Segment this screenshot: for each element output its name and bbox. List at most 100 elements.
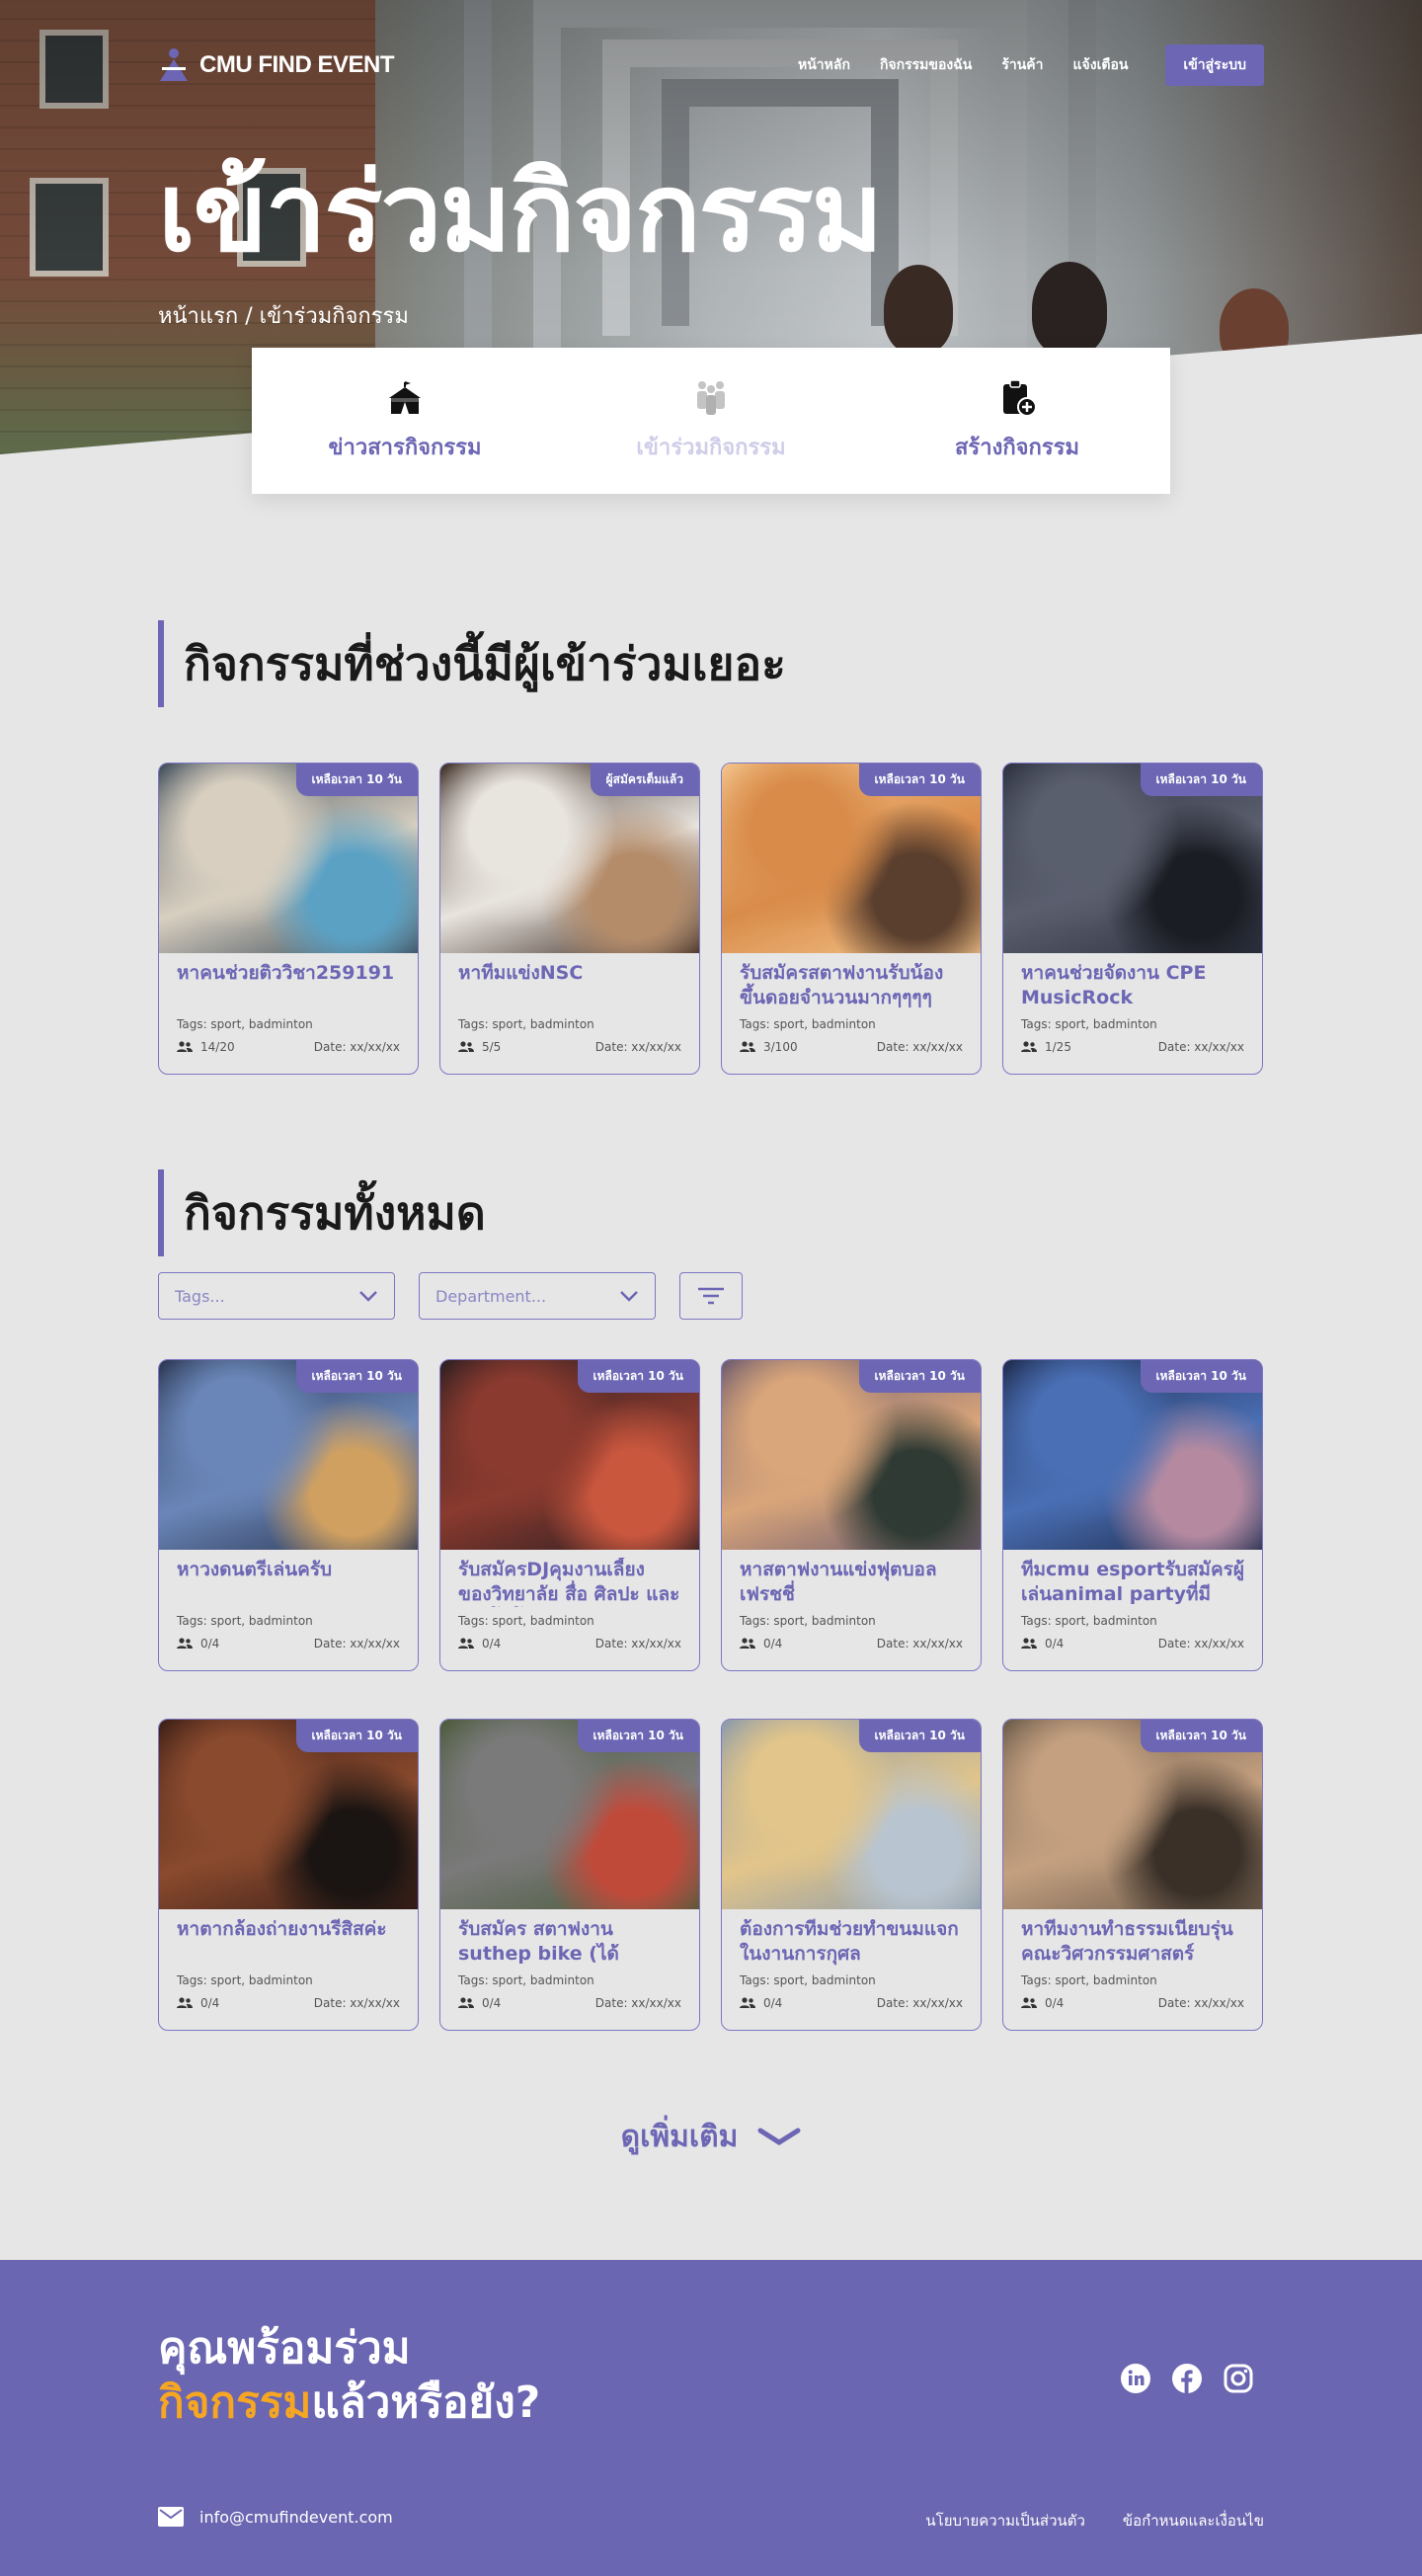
tab-label: ข่าวสารกิจกรรม bbox=[328, 435, 482, 460]
people-icon bbox=[458, 1997, 474, 2008]
event-card[interactable]: เหลือเวลา 10 วัน รับสมัคร สตาฟงาน suthep… bbox=[439, 1719, 700, 2031]
time-left-badge: เหลือเวลา 10 วัน bbox=[295, 764, 418, 796]
person bbox=[1032, 262, 1107, 356]
footer-headline-line2: กิจกรรมแล้วหรือยัง? bbox=[158, 2375, 540, 2430]
event-card-footer: 0/4 Date: xx/xx/xx bbox=[458, 1996, 681, 2010]
event-card-tags: Tags: sport, badminton bbox=[177, 1614, 313, 1628]
event-card-image: เหลือเวลา 10 วัน bbox=[722, 1360, 981, 1550]
time-left-badge: เหลือเวลา 10 วัน bbox=[858, 1720, 981, 1752]
login-button[interactable]: เข้าสู่ระบบ bbox=[1165, 44, 1264, 86]
participant-count-text: 0/4 bbox=[763, 1996, 783, 2010]
linkedin-icon[interactable] bbox=[1120, 2363, 1151, 2394]
logo-text: CMU FIND EVENT bbox=[199, 51, 395, 78]
event-card[interactable]: เหลือเวลา 10 วัน หาวงดนตรีเล่นครับ Tags:… bbox=[158, 1359, 419, 1671]
time-left-badge: เหลือเวลา 10 วัน bbox=[577, 1360, 699, 1393]
event-card-tags: Tags: sport, badminton bbox=[458, 1017, 594, 1031]
event-card-date: Date: xx/xx/xx bbox=[876, 1040, 963, 1054]
event-card[interactable]: เหลือเวลา 10 วัน หาตากล้องถ่ายงานรีสิสค่… bbox=[158, 1719, 419, 2031]
event-card-footer: 0/4 Date: xx/xx/xx bbox=[740, 1996, 963, 2010]
tab-create-event[interactable]: สร้างกิจกรรม bbox=[899, 378, 1136, 464]
event-card-tags: Tags: sport, badminton bbox=[740, 1017, 876, 1031]
event-card-date: Date: xx/xx/xx bbox=[1157, 1637, 1244, 1650]
all-section-title: กิจกรรมทั้งหมด bbox=[158, 1169, 486, 1256]
nav-link-shop[interactable]: ร้านค้า bbox=[1001, 54, 1043, 76]
time-left-badge: เหลือเวลา 10 วัน bbox=[1140, 1360, 1262, 1393]
event-card-footer: 3/100 Date: xx/xx/xx bbox=[740, 1040, 963, 1054]
participant-count: 0/4 bbox=[177, 1996, 219, 2010]
event-card[interactable]: เหลือเวลา 10 วัน รับสมัครDJคุมงานเลี้ยง … bbox=[439, 1359, 700, 1671]
section-tabs: ข่าวสารกิจกรรม เข้าร่วมกิจกรรม สร้างกิจก… bbox=[252, 348, 1170, 494]
event-card-body: ทีมcmu esportรับสมัครผู้เล่นanimal party… bbox=[1003, 1550, 1262, 1650]
nav-link-my-events[interactable]: กิจกรรมของฉัน bbox=[880, 54, 972, 76]
event-card-footer: 0/4 Date: xx/xx/xx bbox=[177, 1637, 400, 1650]
event-card-title: หาคนช่วยติววิชา259191 bbox=[177, 962, 395, 984]
tab-join-event[interactable]: เข้าร่วมกิจกรรม bbox=[592, 378, 830, 464]
event-card-image: เหลือเวลา 10 วัน bbox=[1003, 1720, 1262, 1909]
participant-count: 0/4 bbox=[1021, 1996, 1064, 2010]
event-card-title: หาสตาฟงานแข่งฟุตบอลเฟรชชี่ bbox=[740, 1559, 937, 1605]
participant-count: 0/4 bbox=[458, 1996, 501, 2010]
logo[interactable]: CMU FIND EVENT bbox=[158, 47, 395, 83]
breadcrumb[interactable]: หน้าแรก / เข้าร่วมกิจกรรม bbox=[158, 298, 409, 333]
social-links bbox=[1120, 2363, 1254, 2394]
event-card-tags: Tags: sport, badminton bbox=[1021, 1973, 1157, 1987]
event-card-tags: Tags: sport, badminton bbox=[458, 1614, 594, 1628]
event-card[interactable]: เหลือเวลา 10 วัน หาทีมงานทำธรรมเนียบรุ่น… bbox=[1002, 1719, 1263, 2031]
participant-count-text: 0/4 bbox=[482, 1996, 502, 2010]
time-left-badge: เหลือเวลา 10 วัน bbox=[1140, 764, 1262, 796]
nav-link-notifications[interactable]: แจ้งเตือน bbox=[1073, 54, 1129, 76]
event-card-body: หาทีมงานทำธรรมเนียบรุ่นคณะวิศวกรรมศาสตร์… bbox=[1003, 1909, 1262, 2010]
department-select-value: Department... bbox=[435, 1286, 547, 1306]
event-card[interactable]: เหลือเวลา 10 วัน ต้องการทีมช่วยทำขนมแจกใ… bbox=[721, 1719, 982, 2031]
event-card-date: Date: xx/xx/xx bbox=[594, 1040, 681, 1054]
footer-headline-rest: แล้วหรือยัง? bbox=[311, 2377, 541, 2428]
privacy-policy-link[interactable]: นโยบายความเป็นส่วนตัว bbox=[925, 2509, 1085, 2533]
filter-button[interactable] bbox=[679, 1272, 743, 1320]
event-card[interactable]: ผู้สมัครเต็มแล้ว หาทีมแข่งNSC Tags: spor… bbox=[439, 763, 700, 1075]
event-card-title: ทีมcmu esportรับสมัครผู้เล่นanimal party… bbox=[1021, 1559, 1244, 1605]
event-card-image: เหลือเวลา 10 วัน bbox=[722, 764, 981, 953]
event-card-footer: 0/4 Date: xx/xx/xx bbox=[177, 1996, 400, 2010]
participant-count: 0/4 bbox=[458, 1637, 501, 1650]
event-card-date: Date: xx/xx/xx bbox=[594, 1996, 681, 2010]
department-select[interactable]: Department... bbox=[419, 1272, 656, 1320]
footer-headline-accent: กิจกรรม bbox=[158, 2377, 312, 2428]
event-card[interactable]: เหลือเวลา 10 วัน หาคนช่วยจัดงาน CPE Musi… bbox=[1002, 763, 1263, 1075]
tags-select-value: Tags... bbox=[175, 1286, 225, 1306]
event-card-body: หาคนช่วยติววิชา259191 Tags: sport, badmi… bbox=[159, 953, 418, 1054]
tab-event-news[interactable]: ข่าวสารกิจกรรม bbox=[286, 378, 523, 464]
participant-count-text: 14/20 bbox=[200, 1040, 235, 1054]
facebook-icon[interactable] bbox=[1171, 2363, 1203, 2394]
tags-select[interactable]: Tags... bbox=[158, 1272, 395, 1320]
event-card-tags: Tags: sport, badminton bbox=[177, 1017, 313, 1031]
nav-link-home[interactable]: หน้าหลัก bbox=[798, 54, 850, 76]
event-card-date: Date: xx/xx/xx bbox=[1157, 1040, 1244, 1054]
participant-count: 0/4 bbox=[740, 1996, 782, 2010]
participant-count: 0/4 bbox=[740, 1637, 782, 1650]
event-card-tags: Tags: sport, badminton bbox=[1021, 1017, 1157, 1031]
footer-email-text: info@cmufindevent.com bbox=[199, 2507, 393, 2527]
event-card[interactable]: เหลือเวลา 10 วัน หาคนช่วยติววิชา259191 T… bbox=[158, 763, 419, 1075]
participant-count-text: 1/25 bbox=[1045, 1040, 1071, 1054]
filter-icon bbox=[698, 1287, 724, 1305]
event-card-title: หาทีมแข่งNSC bbox=[458, 962, 584, 984]
event-card[interactable]: เหลือเวลา 10 วัน ทีมcmu esportรับสมัครผู… bbox=[1002, 1359, 1263, 1671]
event-card-title: หาคนช่วยจัดงาน CPE MusicRock bbox=[1021, 962, 1207, 1008]
event-card-title: หาตากล้องถ่ายงานรีสิสค่ะ bbox=[177, 1918, 387, 1940]
people-icon bbox=[740, 1997, 755, 2008]
footer: คุณพร้อมร่วม กิจกรรมแล้วหรือยัง? info@cm… bbox=[0, 2260, 1422, 2576]
terms-link[interactable]: ข้อกำหนดและเงื่อนไข bbox=[1123, 2509, 1264, 2533]
instagram-icon[interactable] bbox=[1223, 2363, 1254, 2394]
people-icon bbox=[177, 1041, 193, 1052]
event-card-image: เหลือเวลา 10 วัน bbox=[159, 1360, 418, 1550]
event-card[interactable]: เหลือเวลา 10 วัน หาสตาฟงานแข่งฟุตบอลเฟรช… bbox=[721, 1359, 982, 1671]
event-card[interactable]: เหลือเวลา 10 วัน รับสมัครสตาฟงานรับน้องข… bbox=[721, 763, 982, 1075]
mail-icon bbox=[158, 2507, 184, 2527]
event-card-body: หาวงดนตรีเล่นครับ Tags: sport, badminton… bbox=[159, 1550, 418, 1650]
see-more-button[interactable]: ดูเพิ่มเติม bbox=[0, 2114, 1422, 2160]
event-card-image: เหลือเวลา 10 วัน bbox=[1003, 1360, 1262, 1550]
event-card-image: เหลือเวลา 10 วัน bbox=[440, 1720, 699, 1909]
footer-email[interactable]: info@cmufindevent.com bbox=[158, 2507, 393, 2527]
participant-count: 1/25 bbox=[1021, 1040, 1071, 1054]
event-card-title: รับสมัคร สตาฟงาน suthep bike (ได้ชม.กยศ) bbox=[458, 1918, 619, 1965]
